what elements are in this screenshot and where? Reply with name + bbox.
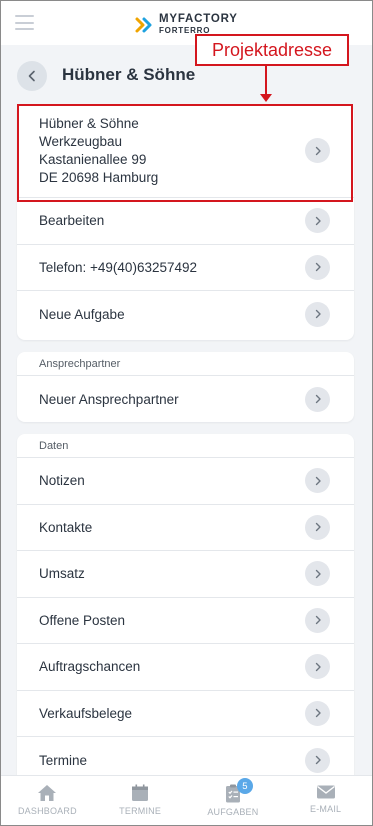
chevron-right-icon [305,700,330,726]
contacts-card: Ansprechpartner Neuer Ansprechpartner [17,352,354,422]
nav-appointments-label: TERMINE [119,806,162,816]
chevron-right-icon [305,254,330,280]
contacts-section-title: Ansprechpartner [17,352,354,376]
opportunities-row[interactable]: Auftragschancen [17,644,354,691]
annotation-arrow-line [265,66,267,96]
annotation-arrow-head [260,94,272,102]
address-line-2: Werkzeugbau [39,133,123,149]
data-section-title: Daten [17,434,354,458]
mail-icon [316,785,335,799]
nav-dashboard[interactable]: DASHBOARD [1,776,94,825]
page-title: Hübner & Söhne [62,65,196,84]
chevron-right-icon [305,514,330,540]
logo-mark-icon [135,17,152,33]
address-block: Hübner & Söhne Werkzeugbau Kastanienalle… [39,115,158,187]
chevron-right-icon [305,561,330,587]
appointments-label: Termine [39,752,88,768]
chevron-right-icon [305,747,330,773]
sales-documents-row[interactable]: Verkaufsbelege [17,691,354,737]
nav-tasks-label: AUFGABEN [207,807,259,817]
home-icon [38,785,57,801]
address-line-1: Hübner & Söhne [39,115,139,131]
edit-label: Bearbeiten [39,213,105,229]
nav-appointments[interactable]: TERMINE [94,776,187,825]
new-contact-label: Neuer Ansprechpartner [39,391,179,407]
opportunities-label: Auftragschancen [39,659,141,675]
chevron-right-icon [305,138,330,163]
chevron-right-icon [305,208,330,234]
project-address-row[interactable]: Hübner & Söhne Werkzeugbau Kastanienalle… [17,104,354,198]
revenue-label: Umsatz [39,566,85,582]
sales-documents-label: Verkaufsbelege [39,705,133,721]
address-line-3: Kastanienallee 99 [39,151,147,167]
logo-text-primary: MYFACTORY [159,13,238,25]
annotation-label: Projektadresse [195,34,349,66]
new-task-row[interactable]: Neue Aufgabe [17,291,354,338]
address-line-4: DE 20698 Hamburg [39,169,159,185]
back-button[interactable] [17,61,47,91]
revenue-row[interactable]: Umsatz [17,551,354,598]
data-card: Daten Notizen Kontakte Umsatz Offene Pos… [17,434,354,794]
nav-email-label: E-MAIL [310,804,342,814]
chevron-left-icon [28,70,35,82]
open-items-label: Offene Posten [39,612,126,628]
new-task-label: Neue Aufgabe [39,306,125,322]
edit-row[interactable]: Bearbeiten [17,198,354,245]
nav-email[interactable]: E-MAIL [279,776,372,825]
chevron-right-icon [305,386,330,412]
hamburger-menu-icon[interactable] [15,15,34,30]
chevron-right-icon [305,468,330,494]
notes-row[interactable]: Notizen [17,458,354,505]
nav-dashboard-label: DASHBOARD [17,806,77,816]
contacts-label: Kontakte [39,519,93,535]
phone-label: Telefon: +49(40)63257492 [39,259,198,275]
customer-card: Hübner & Söhne Werkzeugbau Kastanienalle… [17,104,354,340]
tasks-count-badge: 5 [236,778,253,794]
phone-row[interactable]: Telefon: +49(40)63257492 [17,245,354,291]
chevron-right-icon [305,607,330,633]
bottom-navigation: DASHBOARD TERMINE 5 AUFGABEN E-MAIL [1,775,372,825]
open-items-row[interactable]: Offene Posten [17,598,354,644]
chevron-right-icon [305,301,330,327]
calendar-icon [132,784,149,801]
notes-label: Notizen [39,473,85,489]
nav-tasks[interactable]: 5 AUFGABEN [187,776,280,825]
chevron-right-icon [305,654,330,680]
contacts-row[interactable]: Kontakte [17,505,354,551]
new-contact-row[interactable]: Neuer Ansprechpartner [17,376,354,422]
